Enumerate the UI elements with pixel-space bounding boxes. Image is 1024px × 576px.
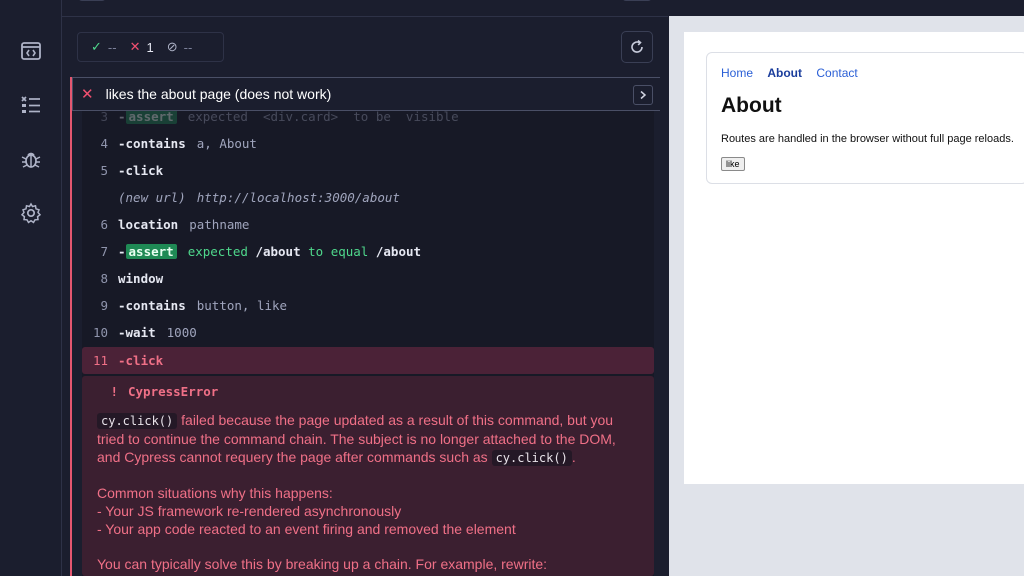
app-iframe: Home About Contact About Routes are hand… (684, 32, 1024, 484)
command-name: -wait (118, 325, 156, 340)
test-panel: ✕ likes the about page (does not work) 3… (70, 77, 660, 576)
passed-count: -- (107, 39, 117, 55)
command-row[interactable]: 4 -contains a, About (82, 130, 654, 157)
command-number: 8 (100, 271, 108, 286)
test-header[interactable]: ✕ likes the about page (does not work) (72, 77, 660, 111)
command-log: 3 - assert expected <div.card> to be visi… (82, 111, 654, 576)
command-message: expected <div.card> to be visible (187, 111, 459, 124)
check-icon: ✓ (91, 39, 102, 54)
command-name: window (118, 271, 164, 286)
error-suggestion: You can typically solve this by breaking… (97, 556, 548, 572)
like-button[interactable]: like (721, 157, 745, 171)
command-name: - assert (118, 244, 177, 259)
pending-count: -- (183, 39, 193, 55)
runs-list-icon[interactable] (19, 93, 43, 117)
error-text-end: . (571, 449, 576, 465)
command-name: -contains (118, 136, 186, 151)
cross-icon: ✕ (129, 39, 141, 54)
left-nav (0, 0, 62, 576)
test-stats: ✓ -- ✕ 1 ⊘ -- (77, 32, 224, 62)
failed-command-row[interactable]: 11 -click (82, 347, 654, 374)
specs-icon[interactable] (19, 39, 43, 63)
command-name: -click (118, 353, 164, 368)
rerun-button[interactable] (621, 31, 653, 63)
failed-count: 1 (146, 39, 154, 55)
top-tab-right[interactable] (622, 0, 652, 1)
page-title: About (721, 94, 782, 117)
nav-link-about[interactable]: About (767, 66, 802, 80)
error-code: cy.click() (491, 450, 572, 466)
nav-link-contact[interactable]: Contact (816, 66, 857, 80)
error-header: ! CypressError (92, 384, 218, 399)
settings-gear-icon[interactable] (19, 201, 43, 225)
refresh-icon (631, 39, 643, 53)
command-number: 9 (100, 298, 108, 313)
command-name: - assert (118, 111, 177, 124)
command-name: -contains (118, 298, 186, 313)
error-bullet: - Your JS framework re-rendered asynchro… (97, 503, 402, 519)
reporter-panel: ✓ -- ✕ 1 ⊘ -- ✕ likes the about page (do… (62, 17, 668, 576)
app-nav: Home About Contact (721, 66, 869, 80)
command-number: 4 (100, 136, 108, 151)
error-message: cy.click() failed because the page updat… (97, 411, 637, 573)
pending-icon: ⊘ (166, 39, 178, 54)
command-number: 7 (100, 244, 108, 259)
command-number: 3 (100, 111, 108, 124)
nav-link-home[interactable]: Home (721, 66, 753, 80)
command-number: 10 (92, 325, 108, 340)
command-row[interactable]: 5 -click (82, 157, 654, 184)
preview-top-bar (669, 0, 1024, 16)
command-message: button, like (196, 298, 288, 313)
failed-stat: ✕ 1 (130, 39, 154, 55)
command-name: location (118, 217, 179, 232)
new-url-row[interactable]: (new url) http://localhost:3000/about (82, 184, 654, 211)
error-bullet: - Your app code reacted to an event firi… (97, 521, 516, 537)
new-url-label: (new url) (118, 190, 186, 205)
top-tab-left[interactable] (78, 0, 106, 1)
error-panel: ! CypressError cy.click() failed because… (82, 376, 654, 576)
error-situations-title: Common situations why this happens: (97, 485, 333, 501)
command-row[interactable]: 8 window (82, 265, 654, 292)
command-message: pathname (189, 217, 250, 232)
top-strip (62, 0, 668, 17)
pending-stat: ⊘ -- (167, 39, 193, 55)
command-row[interactable]: 7 - assert expected /about to equal /abou… (82, 238, 654, 265)
expand-button[interactable] (633, 85, 653, 105)
debug-bug-icon[interactable] (19, 147, 43, 171)
error-code: cy.click() (97, 413, 178, 429)
app-card: Home About Contact About Routes are hand… (706, 52, 1024, 184)
failed-icon: ✕ (81, 86, 94, 103)
command-number: 11 (92, 353, 108, 368)
chevron-right-icon (640, 90, 647, 100)
command-row[interactable]: 10 -wait 1000 (82, 319, 654, 346)
command-row[interactable]: 3 - assert expected <div.card> to be visi… (82, 111, 654, 130)
command-number: 6 (100, 217, 108, 232)
page-description: Routes are handled in the browser withou… (721, 133, 1014, 145)
test-title: likes the about page (does not work) (105, 86, 332, 102)
error-marker-icon: ! (110, 384, 118, 399)
error-name: CypressError (128, 384, 219, 399)
command-message: a, About (196, 136, 257, 151)
command-name: -click (118, 163, 164, 178)
command-row[interactable]: 6 location pathname (82, 211, 654, 238)
assert-message: expected /about to equal /about (187, 244, 422, 259)
passed-stat: ✓ -- (91, 39, 117, 55)
app-preview-pane: Home About Contact About Routes are hand… (669, 0, 1024, 576)
command-message: 1000 (166, 325, 197, 340)
command-number: 5 (100, 163, 108, 178)
command-row[interactable]: 9 -contains button, like (82, 292, 654, 319)
new-url-value: http://localhost:3000/about (196, 190, 400, 205)
